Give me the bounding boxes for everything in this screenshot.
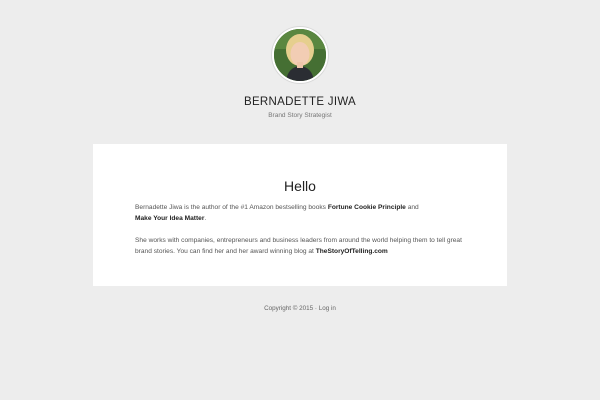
paragraph-text: .	[204, 215, 207, 222]
site-footer: Copyright © 2015 · Log in	[0, 304, 600, 313]
post-paragraph-2: She works with companies, entrepreneurs …	[135, 235, 465, 257]
make-your-idea-matter-link[interactable]: Make Your Idea Matter	[135, 215, 204, 222]
paragraph-text: and	[405, 204, 419, 211]
post-paragraph-1: Bernadette Jiwa is the author of the #1 …	[135, 202, 465, 224]
author-avatar[interactable]	[272, 27, 328, 83]
site-title[interactable]: BERNADETTE JIWA	[0, 95, 600, 109]
author-photo	[274, 29, 326, 81]
site-header: BERNADETTE JIWA Brand Story Strategist	[0, 27, 600, 120]
story-of-telling-link[interactable]: TheStoryOfTelling.com	[316, 248, 388, 255]
post-card: Hello Bernadette Jiwa is the author of t…	[93, 144, 507, 286]
copyright-text: Copyright © 2015 ·	[264, 305, 319, 312]
post-title: Hello	[284, 178, 316, 194]
paragraph-text: She works with companies, entrepreneurs …	[135, 237, 462, 244]
paragraph-text: brand stories. You can find her and her …	[135, 248, 316, 255]
site-description: Brand Story Strategist	[268, 112, 332, 119]
fortune-cookie-principle-link[interactable]: Fortune Cookie Principle	[328, 204, 406, 211]
paragraph-text: Bernadette Jiwa is the author of the #1 …	[135, 204, 328, 211]
login-link[interactable]: Log in	[319, 305, 336, 312]
